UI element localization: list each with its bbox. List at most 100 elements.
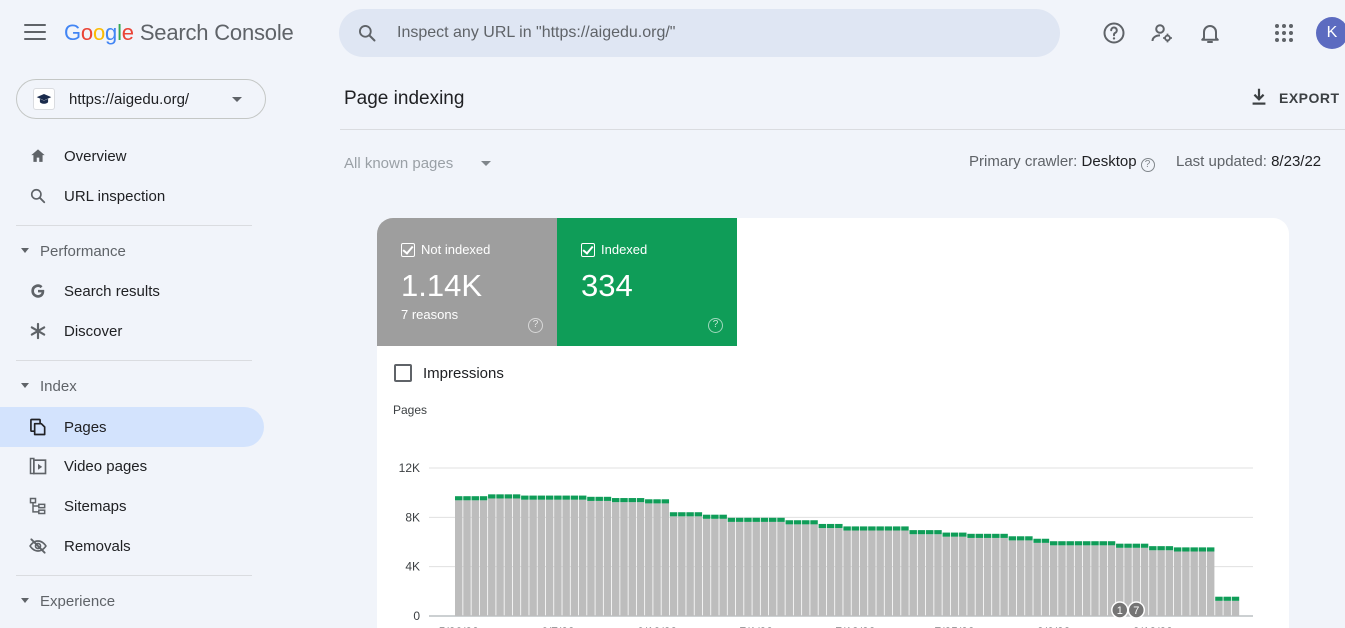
bar-not-indexed[interactable] (587, 500, 595, 616)
bar-indexed[interactable] (1074, 541, 1083, 546)
bar-not-indexed[interactable] (719, 518, 727, 616)
bar-indexed[interactable] (529, 495, 537, 500)
bar-not-indexed[interactable] (1149, 550, 1157, 616)
bar-indexed[interactable] (578, 495, 587, 500)
bar-not-indexed[interactable] (661, 503, 670, 616)
bar-not-indexed[interactable] (1058, 545, 1066, 616)
bar-not-indexed[interactable] (785, 524, 793, 616)
bar-not-indexed[interactable] (1215, 600, 1223, 616)
bar-not-indexed[interactable] (603, 500, 612, 616)
help-icon[interactable]: ? (708, 318, 723, 333)
search-console-logo[interactable]: Google Search Console (64, 20, 294, 46)
bar-not-indexed[interactable] (942, 536, 950, 616)
bar-not-indexed[interactable] (678, 516, 686, 616)
bar-indexed[interactable] (711, 514, 719, 519)
bar-not-indexed[interactable] (950, 536, 959, 616)
bar-not-indexed[interactable] (686, 516, 694, 616)
bar-not-indexed[interactable] (727, 521, 736, 616)
bar-indexed[interactable] (1049, 541, 1058, 546)
checkbox-checked-icon[interactable] (401, 243, 415, 257)
bar-indexed[interactable] (892, 526, 901, 531)
bar-indexed[interactable] (554, 495, 562, 500)
nav-pages[interactable]: Pages (0, 407, 264, 447)
bar-indexed[interactable] (975, 533, 984, 538)
bar-indexed[interactable] (1206, 547, 1215, 552)
help-icon[interactable]: ? (528, 318, 543, 333)
bar-indexed[interactable] (1083, 541, 1091, 546)
bar-indexed[interactable] (463, 496, 471, 501)
bar-indexed[interactable] (678, 512, 686, 517)
bar-indexed[interactable] (959, 532, 967, 537)
bar-indexed[interactable] (455, 496, 463, 501)
bar-not-indexed[interactable] (702, 518, 711, 616)
not-indexed-tile[interactable]: Not indexed 1.14K 7 reasons ? (377, 218, 557, 346)
bar-not-indexed[interactable] (488, 498, 496, 616)
bar-indexed[interactable] (917, 530, 926, 535)
bar-indexed[interactable] (1190, 547, 1198, 552)
bar-not-indexed[interactable] (512, 498, 521, 616)
bar-not-indexed[interactable] (504, 498, 513, 616)
bar-indexed[interactable] (587, 496, 595, 501)
bar-not-indexed[interactable] (1190, 551, 1198, 616)
bar-indexed[interactable] (942, 532, 950, 537)
bar-not-indexed[interactable] (1223, 600, 1231, 616)
bar-not-indexed[interactable] (802, 524, 810, 616)
section-performance[interactable]: Performance (0, 236, 264, 266)
bar-not-indexed[interactable] (595, 500, 603, 616)
bar-not-indexed[interactable] (1074, 545, 1083, 616)
url-inspection-search[interactable] (339, 9, 1060, 57)
bar-indexed[interactable] (669, 512, 678, 517)
bar-not-indexed[interactable] (892, 530, 901, 616)
nav-sitemaps[interactable]: Sitemaps (0, 486, 264, 526)
bar-not-indexed[interactable] (578, 499, 587, 616)
bar-not-indexed[interactable] (1182, 551, 1190, 616)
indexed-tile[interactable]: Indexed 334 ? (557, 218, 737, 346)
bar-not-indexed[interactable] (455, 500, 463, 616)
nav-video-pages[interactable]: Video pages (0, 446, 264, 486)
bar-indexed[interactable] (760, 517, 769, 522)
bar-indexed[interactable] (1165, 546, 1174, 551)
bar-not-indexed[interactable] (934, 534, 942, 616)
bar-indexed[interactable] (620, 498, 628, 503)
bar-not-indexed[interactable] (612, 502, 620, 616)
bar-indexed[interactable] (1016, 536, 1025, 541)
bar-indexed[interactable] (934, 530, 942, 535)
bar-indexed[interactable] (851, 526, 860, 531)
bar-not-indexed[interactable] (636, 502, 645, 616)
bar-indexed[interactable] (1058, 541, 1066, 546)
bar-not-indexed[interactable] (909, 534, 917, 616)
bar-not-indexed[interactable] (752, 521, 760, 616)
bar-not-indexed[interactable] (1198, 551, 1207, 616)
checkbox-checked-icon[interactable] (581, 243, 595, 257)
bar-indexed[interactable] (595, 496, 603, 501)
bar-indexed[interactable] (1066, 541, 1074, 546)
bar-not-indexed[interactable] (562, 499, 570, 616)
bar-indexed[interactable] (521, 495, 529, 500)
bar-indexed[interactable] (1116, 543, 1124, 548)
bar-not-indexed[interactable] (868, 530, 876, 616)
bar-indexed[interactable] (1107, 541, 1116, 546)
pages-filter-dropdown[interactable]: All known pages (344, 153, 504, 175)
bar-indexed[interactable] (1124, 543, 1132, 548)
bar-not-indexed[interactable] (975, 537, 984, 616)
bar-indexed[interactable] (859, 526, 868, 531)
bar-not-indexed[interactable] (769, 521, 777, 616)
bar-not-indexed[interactable] (1049, 545, 1058, 616)
bar-indexed[interactable] (1091, 541, 1099, 546)
bar-not-indexed[interactable] (1025, 540, 1033, 616)
bar-not-indexed[interactable] (959, 536, 967, 616)
bar-indexed[interactable] (950, 532, 959, 537)
bar-not-indexed[interactable] (1231, 600, 1240, 616)
bar-not-indexed[interactable] (793, 524, 802, 616)
bar-not-indexed[interactable] (645, 503, 653, 616)
bar-indexed[interactable] (636, 498, 645, 503)
section-index[interactable]: Index (0, 371, 264, 401)
bar-indexed[interactable] (702, 514, 711, 519)
bar-indexed[interactable] (1215, 596, 1223, 601)
bar-indexed[interactable] (1000, 533, 1008, 538)
bar-not-indexed[interactable] (1016, 540, 1025, 616)
bar-not-indexed[interactable] (496, 498, 504, 616)
bar-not-indexed[interactable] (471, 500, 479, 616)
bar-indexed[interactable] (909, 530, 917, 535)
bar-not-indexed[interactable] (521, 499, 529, 616)
